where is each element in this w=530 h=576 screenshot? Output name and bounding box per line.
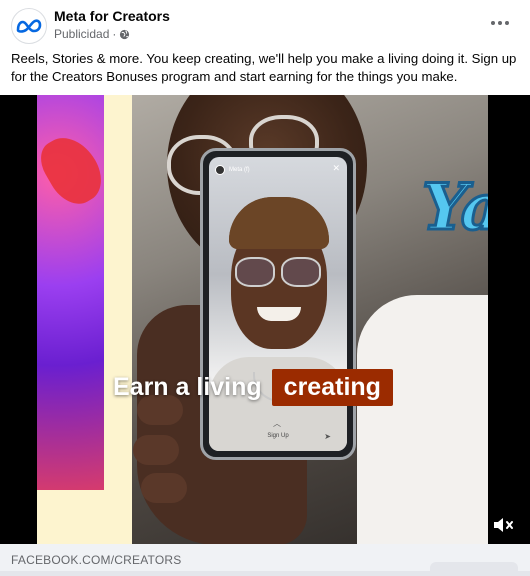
- page-avatar[interactable]: [11, 8, 47, 44]
- overlay-text-creating: creating: [271, 368, 393, 406]
- glasses-lens-right: [281, 257, 321, 287]
- close-icon: ✕: [332, 163, 340, 173]
- background-shirt: [357, 295, 488, 544]
- meta-logo-icon: [16, 19, 42, 33]
- glasses-lens-left: [235, 257, 275, 287]
- chevron-up-icon: ︿: [273, 419, 281, 428]
- left-art-panel: [37, 95, 132, 544]
- story-avatar: [215, 165, 225, 175]
- story-header: Meta (f): [215, 165, 250, 175]
- link-preview-footer[interactable]: FACEBOOK.COM/CREATORS: [0, 544, 530, 576]
- sponsored-line: Publicidad ·: [54, 27, 130, 41]
- post-caption: Reels, Stories & more. You keep creating…: [11, 51, 517, 84]
- send-icon: ➤: [324, 432, 331, 441]
- link-domain[interactable]: FACEBOOK.COM/CREATORS: [11, 553, 181, 567]
- finger: [141, 473, 187, 503]
- post-header: Meta for Creators Publicidad ·: [0, 0, 530, 50]
- story-user: Meta (f): [229, 167, 250, 173]
- video-overlay-headline: Earn a living creating: [113, 367, 393, 407]
- ad-post-card: Meta for Creators Publicidad · Reels, St…: [0, 0, 530, 576]
- globe-icon: [120, 29, 130, 39]
- script-lettering: Ya: [420, 169, 488, 247]
- colorful-artwork: [37, 95, 104, 490]
- muted-speaker-icon[interactable]: [491, 515, 515, 535]
- ad-video[interactable]: Ya Meta (f): [0, 95, 530, 544]
- cta-button[interactable]: [430, 562, 518, 576]
- separator: ·: [112, 27, 117, 41]
- overlay-text-earn: Earn a living: [113, 372, 262, 401]
- beanie: [229, 197, 329, 249]
- phone: Meta (f) ✕ ︿ Sign Up ➤: [200, 148, 356, 460]
- finger: [133, 435, 179, 465]
- sponsored-label[interactable]: Publicidad: [54, 27, 109, 41]
- video-frame: Ya Meta (f): [37, 95, 488, 544]
- more-options-icon[interactable]: [488, 13, 512, 33]
- page-name[interactable]: Meta for Creators: [54, 8, 170, 24]
